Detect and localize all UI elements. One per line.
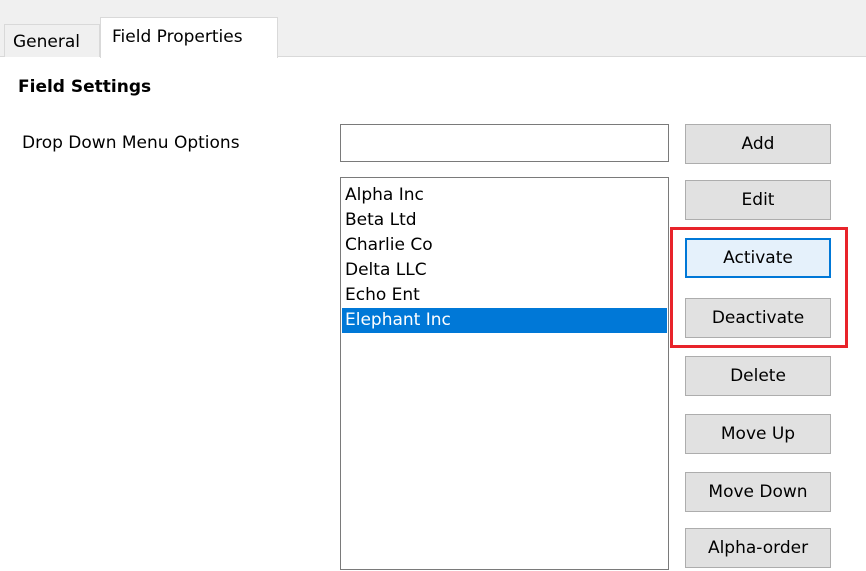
deactivate-button[interactable]: Deactivate	[685, 298, 831, 338]
activate-button[interactable]: Activate	[685, 238, 831, 278]
list-item-selected[interactable]: Elephant Inc	[342, 308, 667, 333]
list-item[interactable]: Charlie Co	[342, 233, 667, 258]
list-item[interactable]: Echo Ent	[342, 283, 667, 308]
option-text-input[interactable]	[340, 124, 669, 162]
list-item[interactable]: Alpha Inc	[342, 183, 667, 208]
section-title: Field Settings	[18, 77, 152, 97]
tab-field-properties[interactable]: Field Properties	[100, 17, 278, 58]
list-item[interactable]: Beta Ltd	[342, 208, 667, 233]
drop-down-options-label: Drop Down Menu Options	[22, 133, 240, 153]
edit-button[interactable]: Edit	[685, 180, 831, 220]
alpha-order-button[interactable]: Alpha-order	[685, 528, 831, 568]
move-down-button[interactable]: Move Down	[685, 472, 831, 512]
delete-button[interactable]: Delete	[685, 356, 831, 396]
move-up-button[interactable]: Move Up	[685, 414, 831, 454]
list-item[interactable]: Delta LLC	[342, 258, 667, 283]
add-button[interactable]: Add	[685, 124, 831, 164]
tab-general[interactable]: General	[4, 24, 100, 57]
options-listbox[interactable]: Alpha Inc Beta Ltd Charlie Co Delta LLC …	[340, 177, 669, 570]
